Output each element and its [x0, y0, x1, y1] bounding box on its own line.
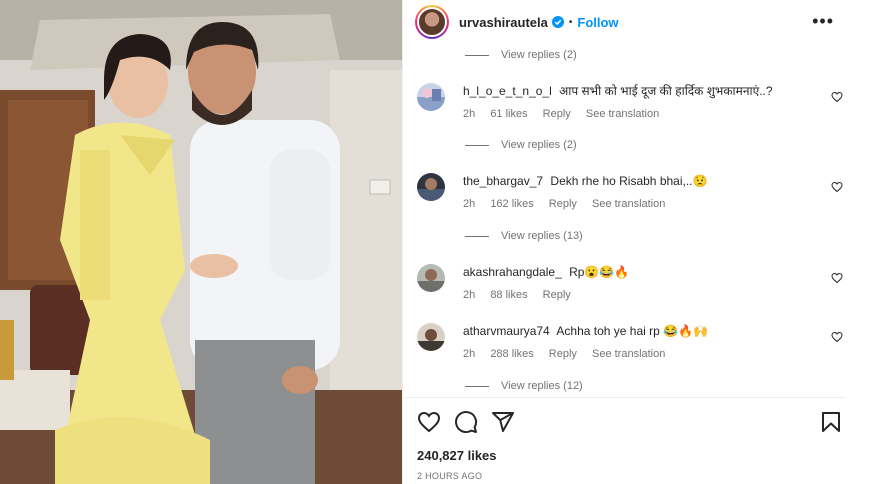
comment-body: h_l_o_e_t_n_o_l आप सभी को भाई दूज की हार… [463, 84, 823, 99]
comment-heart-icon[interactable] [831, 331, 843, 343]
comment-meta: 2h 288 likes Reply See translation [463, 348, 677, 360]
like-heart-icon[interactable] [417, 410, 441, 434]
comment-username[interactable]: atharvmaurya74 [463, 324, 550, 338]
comment-likes[interactable]: 88 likes [490, 289, 527, 301]
comment-heart-icon[interactable] [831, 272, 843, 284]
post-photo[interactable] [0, 0, 402, 484]
comment-icon[interactable] [454, 410, 478, 434]
comment-body: akashrahangdale_ Rp😮😂🔥 [463, 265, 823, 280]
page-margin [846, 0, 872, 484]
post-timestamp: 2 HOURS AGO [417, 471, 483, 481]
reply-button[interactable]: Reply [543, 108, 571, 120]
comment-heart-icon[interactable] [831, 181, 843, 193]
commenter-avatar[interactable] [417, 83, 445, 111]
view-replies-button[interactable]: View replies (13) [465, 230, 583, 242]
comment-username[interactable]: akashrahangdale_ [463, 265, 562, 279]
view-replies-button[interactable]: View replies (2) [465, 139, 577, 151]
comment-time: 2h [463, 348, 476, 360]
likes-count[interactable]: 240,827 likes [417, 448, 497, 463]
comment-text: आप सभी को भाई दूज की हार्दिक शुभकामनाएं.… [559, 84, 773, 98]
see-translation-button[interactable]: See translation [586, 108, 659, 120]
post-details-panel: urvashirautela • Follow ••• View replies… [402, 0, 847, 484]
comment-likes[interactable]: 61 likes [490, 108, 527, 120]
see-translation-button[interactable]: See translation [592, 198, 665, 210]
comment-likes[interactable]: 162 likes [490, 198, 533, 210]
comment-time: 2h [463, 108, 476, 120]
post-action-bar [417, 410, 840, 436]
replies-line [465, 54, 489, 56]
commenter-avatar[interactable] [417, 173, 445, 201]
commenter-avatar[interactable] [417, 264, 445, 292]
follow-button[interactable]: Follow [577, 15, 618, 30]
comment-text: Achha toh ye hai rp 😂🔥🙌 [556, 324, 708, 338]
replies-line [465, 144, 489, 146]
comment-body: atharvmaurya74 Achha toh ye hai rp 😂🔥🙌 [463, 324, 823, 339]
comment-text: Dekh rhe ho Risabh bhai,..😟 [550, 174, 708, 188]
post-image [0, 0, 402, 484]
actions-divider [403, 397, 847, 398]
author-username[interactable]: urvashirautela [459, 15, 548, 30]
comment-username[interactable]: the_bhargav_7 [463, 174, 543, 188]
comment-time: 2h [463, 198, 476, 210]
comment-likes[interactable]: 288 likes [490, 348, 533, 360]
comment-time: 2h [463, 289, 476, 301]
view-replies-button[interactable]: View replies (12) [465, 380, 583, 392]
view-replies-label: View replies (13) [501, 230, 583, 242]
commenter-avatar[interactable] [417, 323, 445, 351]
reply-button[interactable]: Reply [549, 198, 577, 210]
comment-meta: 2h 61 likes Reply See translation [463, 108, 671, 120]
comment-username[interactable]: h_l_o_e_t_n_o_l [463, 84, 552, 98]
comment-heart-icon[interactable] [831, 91, 843, 103]
verified-badge-icon [551, 16, 564, 28]
post-header: urvashirautela • Follow ••• [403, 0, 846, 44]
comment-meta: 2h 162 likes Reply See translation [463, 198, 677, 210]
comment-body: the_bhargav_7 Dekh rhe ho Risabh bhai,..… [463, 174, 823, 189]
share-icon[interactable] [491, 410, 515, 434]
view-replies-label: View replies (12) [501, 380, 583, 392]
author-avatar[interactable] [415, 5, 449, 39]
view-replies-label: View replies (2) [501, 49, 577, 61]
comment-meta: 2h 88 likes Reply [463, 289, 583, 301]
view-replies-button[interactable]: View replies (2) [465, 49, 577, 61]
header-separator: • [568, 16, 573, 28]
reply-button[interactable]: Reply [549, 348, 577, 360]
more-options-icon[interactable]: ••• [812, 12, 834, 30]
replies-line [465, 235, 489, 237]
comment-text: Rp😮😂🔥 [569, 265, 630, 279]
replies-line [465, 385, 489, 387]
reply-button[interactable]: Reply [543, 289, 571, 301]
view-replies-label: View replies (2) [501, 139, 577, 151]
bookmark-icon[interactable] [819, 410, 843, 434]
see-translation-button[interactable]: See translation [592, 348, 665, 360]
